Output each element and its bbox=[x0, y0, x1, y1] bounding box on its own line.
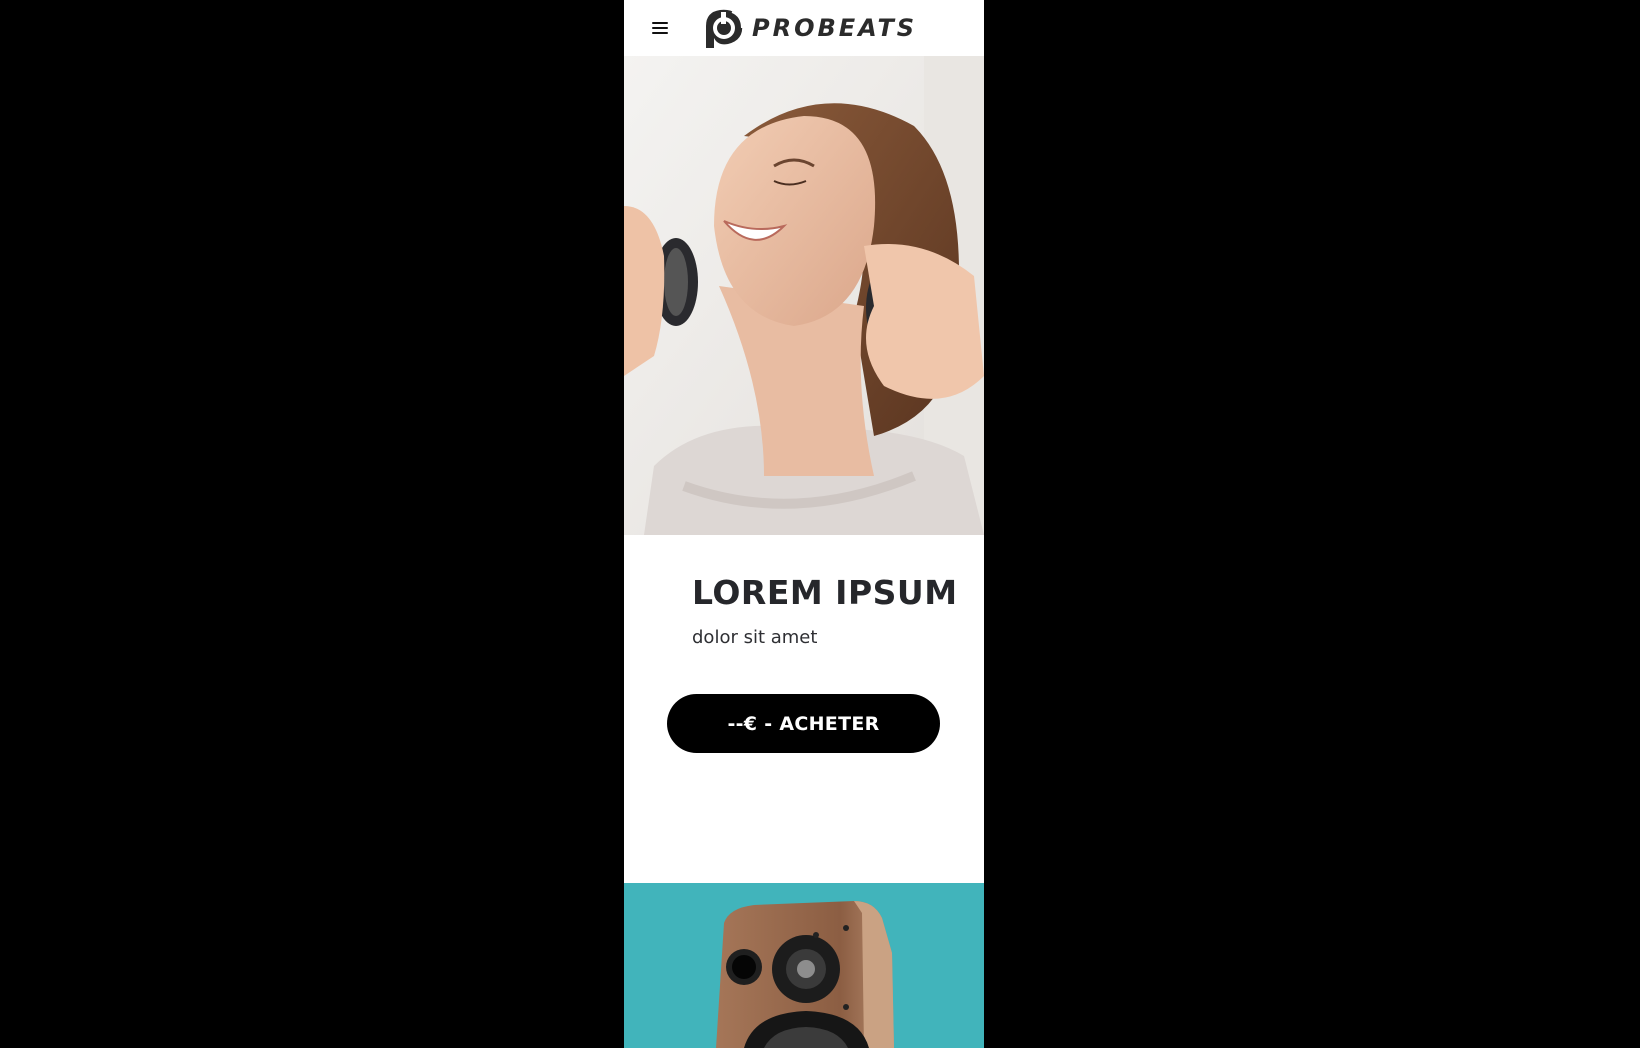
speaker-product-section bbox=[624, 883, 984, 1048]
mobile-viewport: PROBEATS LOREM IPSUM dolor sit amet --€ … bbox=[624, 0, 984, 1048]
headphone-p-logo-icon bbox=[706, 9, 743, 48]
product-info: LOREM IPSUM dolor sit amet --€ - ACHETER bbox=[624, 535, 984, 883]
buy-button[interactable]: --€ - ACHETER bbox=[667, 694, 940, 753]
top-navigation-bar: PROBEATS bbox=[624, 0, 984, 56]
brand-name: PROBEATS bbox=[752, 14, 918, 42]
product-subtitle: dolor sit amet bbox=[692, 627, 818, 648]
wooden-bookshelf-speaker-image bbox=[716, 901, 894, 1048]
hamburger-menu-icon[interactable] bbox=[646, 16, 672, 40]
hero-image-woman-headphones bbox=[624, 56, 984, 535]
brand-logo[interactable]: PROBEATS bbox=[700, 8, 917, 48]
product-title: LOREM IPSUM bbox=[692, 573, 958, 612]
